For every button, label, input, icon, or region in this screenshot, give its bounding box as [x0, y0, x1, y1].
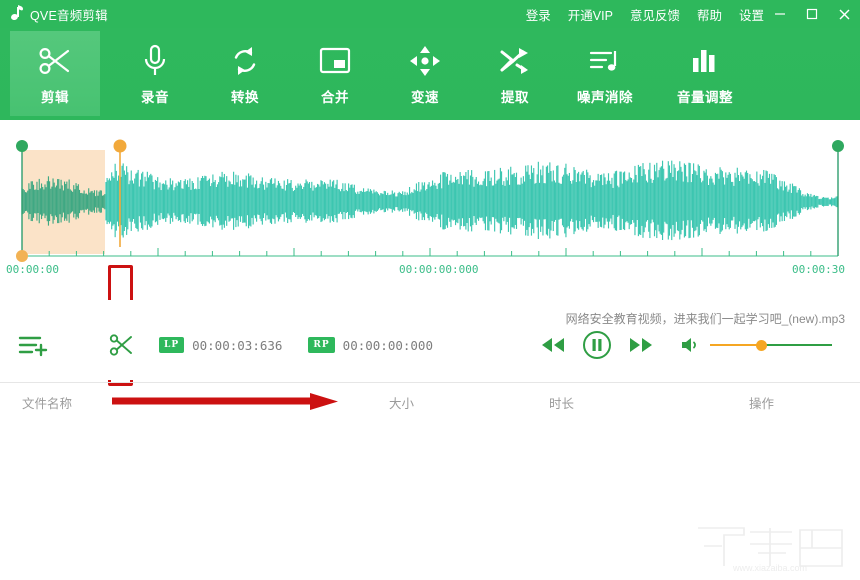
tab-speed-label: 变速 [411, 90, 439, 105]
add-file-list-icon[interactable] [18, 333, 48, 357]
edit-controls: LP 00:00:03:636 RP 00:00:00:000 [18, 332, 433, 358]
tab-clip[interactable]: 剪辑 [10, 31, 100, 116]
tab-convert[interactable]: 转换 [200, 31, 290, 116]
app-logo: QVE音频剪辑 [9, 4, 108, 24]
tab-speed[interactable]: 变速 [380, 31, 470, 116]
minimize-icon[interactable] [764, 0, 796, 28]
pause-icon[interactable] [582, 330, 612, 360]
file-table-header: 文件名称 大小 时长 操作 [0, 383, 860, 419]
speed-cross-arrows-icon [409, 41, 441, 81]
cut-button[interactable] [108, 332, 134, 358]
music-note-icon [9, 4, 23, 22]
menu-item-help[interactable]: 帮助 [697, 5, 722, 24]
volume-bars-icon [689, 41, 721, 81]
file-table-body[interactable] [0, 419, 860, 580]
current-file-name: 网络安全教育视频，进来我们一起学习吧_(new).mp3 [565, 312, 845, 326]
tab-merge[interactable]: 合并 [290, 31, 380, 116]
convert-refresh-icon [229, 41, 261, 81]
menu-item-open-vip[interactable]: 开通VIP [568, 5, 613, 24]
tab-noise-reduction-label: 噪声消除 [577, 90, 633, 105]
transport-controls [540, 330, 832, 360]
column-header-duration: 时长 [549, 397, 575, 411]
tab-record-label: 录音 [141, 90, 169, 105]
column-header-actions: 操作 [749, 397, 775, 411]
right-point-badge: RP [308, 337, 335, 353]
tab-clip-label: 剪辑 [41, 90, 69, 105]
rewind-icon[interactable] [540, 335, 566, 355]
region-start-bottom-handle[interactable] [16, 250, 28, 262]
selection-end-handle[interactable] [832, 140, 844, 152]
main-toolbar: 剪辑 录音 转换 合并 变速 提取 噪声消除 音量调整 [0, 28, 860, 120]
volume-knob[interactable] [756, 340, 767, 351]
tab-merge-label: 合并 [321, 90, 349, 105]
selection-start-handle[interactable] [16, 140, 28, 152]
tab-volume-adjust-label: 音量调整 [677, 90, 733, 105]
app-window: QVE音频剪辑 登录 开通VIP 意见反馈 帮助 设置 剪辑 录音 转换 合并 … [0, 0, 860, 580]
tab-extract-label: 提取 [501, 90, 529, 105]
left-point-badge: LP [159, 337, 185, 353]
speaker-icon[interactable] [680, 335, 700, 355]
timeline-end-label: 00:00:30 [792, 263, 845, 276]
column-header-filename: 文件名称 [22, 397, 73, 411]
playhead-handle[interactable] [113, 139, 127, 153]
timeline-start-label: 00:00:00 [6, 263, 59, 276]
noise-reduce-icon [588, 41, 622, 81]
volume-slider[interactable] [710, 339, 832, 351]
window-controls [764, 0, 860, 28]
menu-item-settings[interactable]: 设置 [739, 5, 764, 24]
tab-record[interactable]: 录音 [110, 31, 200, 116]
waveform-panel[interactable]: 00:00:00 00:00:00:000 00:00:30 [0, 120, 860, 410]
scissors-icon [38, 41, 72, 81]
close-icon[interactable] [828, 0, 860, 28]
app-title: QVE音频剪辑 [30, 8, 108, 23]
timeline-center-label: 00:00:00:000 [399, 263, 479, 276]
tab-convert-label: 转换 [231, 90, 259, 105]
title-bar: QVE音频剪辑 登录 开通VIP 意见反馈 帮助 设置 [0, 0, 860, 28]
fast-forward-icon[interactable] [628, 335, 654, 355]
menu-item-feedback[interactable]: 意见反馈 [630, 5, 680, 24]
waveform-bars [21, 160, 838, 241]
right-point-value: 00:00:00:000 [342, 337, 433, 353]
titlebar-menu: 登录 开通VIP 意见反馈 帮助 设置 [526, 0, 764, 28]
merge-frame-icon [319, 41, 351, 81]
volume-track-remain [762, 344, 832, 346]
tab-extract[interactable]: 提取 [470, 31, 560, 116]
tab-volume-adjust[interactable]: 音量调整 [650, 31, 760, 116]
menu-item-login[interactable]: 登录 [526, 5, 551, 24]
column-header-size: 大小 [389, 397, 415, 411]
left-point-value: 00:00:03:636 [192, 337, 283, 353]
tab-noise-reduction[interactable]: 噪声消除 [560, 31, 650, 116]
volume-track-filled [710, 344, 762, 346]
shuffle-extract-icon [499, 41, 531, 81]
microphone-icon [140, 41, 170, 81]
maximize-icon[interactable] [796, 0, 828, 28]
